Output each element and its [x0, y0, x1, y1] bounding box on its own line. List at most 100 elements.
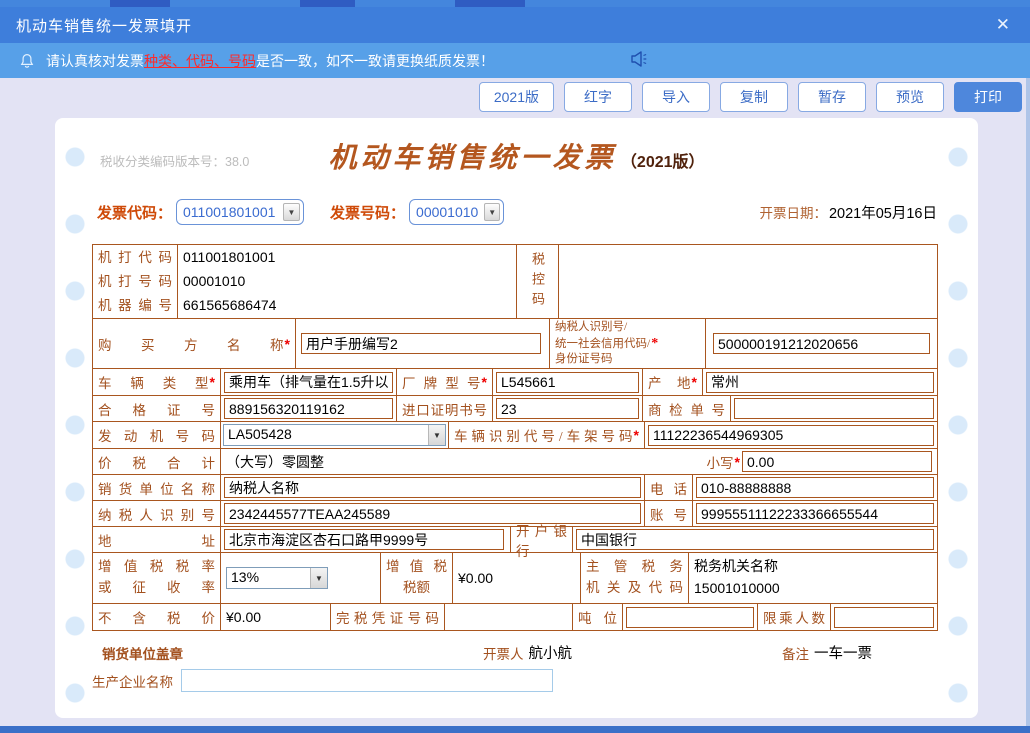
required-asterisk: * — [735, 454, 740, 470]
chevron-down-icon: ▼ — [310, 568, 327, 588]
chevron-down-icon: ▼ — [428, 425, 445, 445]
required-asterisk: * — [285, 336, 290, 352]
chevron-down-icon: ▼ — [484, 203, 500, 221]
machine-no-value: 00001010 — [183, 270, 511, 293]
import-button[interactable]: 导入 — [642, 82, 710, 112]
bell-icon — [18, 51, 36, 71]
price-excl-tax-label: 不含税价 — [98, 607, 215, 627]
brand-model-label: 厂牌型号 — [402, 372, 481, 392]
tax-authority-value: 税务机关名称 15001010000 — [694, 556, 780, 599]
chevron-down-icon: ▼ — [283, 203, 300, 221]
preview-button[interactable]: 预览 — [876, 82, 944, 112]
dialog-title: 机动车销售统一发票填开 — [16, 15, 192, 36]
background-artifact — [455, 0, 525, 7]
vat-rate-select[interactable]: 13% ▼ — [226, 567, 328, 589]
inspection-no-input[interactable] — [734, 398, 934, 419]
required-asterisk: * — [634, 427, 639, 443]
notice-bar: 请认真核对发票种类、代码、号码是否一致，如不一致请更换纸质发票！ — [0, 43, 1030, 78]
temp-save-button[interactable]: 暂存 — [798, 82, 866, 112]
total-uppercase-value: （大写）零圆整 — [226, 452, 324, 472]
toolbar: 2021版 红字 导入 复制 暂存 预览 打印 — [0, 82, 1022, 112]
seller-tax-id-input[interactable] — [224, 503, 641, 524]
version-2021-button[interactable]: 2021版 — [479, 82, 554, 112]
tonnage-label: 吨位 — [578, 607, 617, 627]
seller-name-label: 销货单位名称 — [98, 478, 215, 498]
origin-input[interactable] — [706, 372, 934, 393]
machine-id-label: 机器编号 — [98, 294, 172, 317]
brand-model-input[interactable] — [496, 372, 639, 393]
notice-text: 请认真核对发票种类、代码、号码是否一致，如不一致请更换纸质发票！ — [46, 51, 494, 71]
invoice-paper: 税收分类编码版本号：38.0 机动车销售统一发票 （2021版） 发票代码： 0… — [55, 118, 978, 718]
remark-value: 一车一票 — [814, 642, 872, 663]
tax-control-code-value — [559, 245, 937, 318]
window-bottom-edge — [0, 726, 1030, 733]
required-asterisk: * — [692, 374, 697, 390]
punch-holes-left — [64, 146, 86, 710]
required-asterisk: * — [482, 374, 487, 390]
drawer-label: 开票人 — [483, 643, 524, 663]
origin-label: 产地 — [648, 372, 691, 392]
manufacturer-label: 生产企业名称 — [92, 671, 173, 691]
seller-stamp-label: 销货单位盖章 — [102, 643, 183, 663]
account-input[interactable] — [696, 503, 934, 524]
invoice-title: 机动车销售统一发票 （2021版） — [55, 136, 978, 176]
phone-input[interactable] — [696, 477, 934, 498]
address-input[interactable] — [224, 529, 504, 550]
phone-label: 电话 — [650, 478, 687, 498]
buyer-tax-id-label: 纳税人识别号/ 统一社会信用代码/* 身份证号码 — [555, 320, 700, 366]
print-button[interactable]: 打印 — [954, 82, 1022, 112]
invoice-table: 机打代码 机打号码 机器编号 011001801001 00001010 661… — [92, 244, 938, 631]
passenger-limit-label: 限乘人数 — [763, 607, 825, 627]
import-cert-label: 进口证明书号 — [402, 399, 487, 419]
tonnage-input[interactable] — [626, 607, 754, 628]
total-price-label: 价税合计 — [98, 452, 215, 472]
buyer-name-input[interactable] — [301, 333, 541, 354]
buyer-name-label: 购买方名称 — [98, 334, 284, 354]
invoice-number-select[interactable]: 00001010 ▼ — [409, 199, 504, 225]
required-asterisk: * — [651, 336, 658, 351]
required-asterisk: * — [210, 374, 215, 390]
vin-label: 车辆识别代号/车架号码 — [454, 425, 633, 445]
red-letter-button[interactable]: 红字 — [564, 82, 632, 112]
window-right-edge — [1026, 78, 1030, 726]
punch-holes-right — [947, 146, 969, 710]
tax-paid-cert-label: 完税凭证号码 — [336, 607, 439, 627]
background-app-strip — [0, 0, 1030, 7]
total-lowercase-label: 小写 — [707, 452, 734, 472]
invoice-code-label: 发票代码： — [97, 202, 172, 223]
vin-input[interactable] — [648, 425, 934, 446]
address-label: 地址 — [98, 530, 215, 550]
engine-no-select[interactable]: LA505428 ▼ — [223, 424, 446, 446]
inspection-no-label: 商检单号 — [648, 399, 725, 419]
invoice-code-row: 发票代码： 011001801001 ▼ 发票号码： 00001010 ▼ 开票… — [97, 198, 937, 226]
tax-control-code-label: 税控码 — [528, 252, 547, 312]
copy-button[interactable]: 复制 — [720, 82, 788, 112]
passenger-limit-input[interactable] — [834, 607, 934, 628]
dialog-titlebar: 机动车销售统一发票填开 ✕ — [0, 7, 1030, 43]
seller-tax-id-label: 纳税人识别号 — [98, 504, 215, 524]
bank-input[interactable] — [576, 529, 934, 550]
machine-id-value: 661565686474 — [183, 294, 511, 317]
buyer-tax-id-input[interactable] — [713, 333, 930, 354]
tax-paid-cert-value — [445, 604, 573, 630]
vehicle-type-input[interactable] — [224, 372, 393, 393]
cert-no-input[interactable] — [224, 398, 393, 419]
drawer-value: 航小航 — [529, 642, 573, 663]
remark-label: 备注 — [782, 643, 809, 663]
machine-code-label: 机打代码 — [98, 246, 172, 269]
issue-date: 开票日期： 2021年05月16日 — [759, 202, 937, 223]
import-cert-input[interactable] — [496, 398, 639, 419]
manufacturer-input[interactable] — [181, 669, 553, 692]
speaker-icon[interactable] — [628, 49, 650, 69]
invoice-code-select[interactable]: 011001801001 ▼ — [176, 199, 304, 225]
cert-no-label: 合格证号 — [98, 399, 215, 419]
total-lowercase-input[interactable] — [742, 451, 932, 472]
background-artifact — [110, 0, 170, 7]
close-icon[interactable]: ✕ — [992, 15, 1014, 35]
background-artifact — [300, 0, 355, 7]
vat-amount-value: ¥0.00 — [458, 570, 493, 586]
invoice-fill-window: 机动车销售统一发票填开 ✕ 请认真核对发票种类、代码、号码是否一致，如不一致请更… — [0, 0, 1030, 733]
seller-name-input[interactable] — [224, 477, 641, 498]
vehicle-type-label: 车辆类型 — [98, 372, 209, 392]
price-excl-tax-value: ¥0.00 — [226, 609, 261, 625]
